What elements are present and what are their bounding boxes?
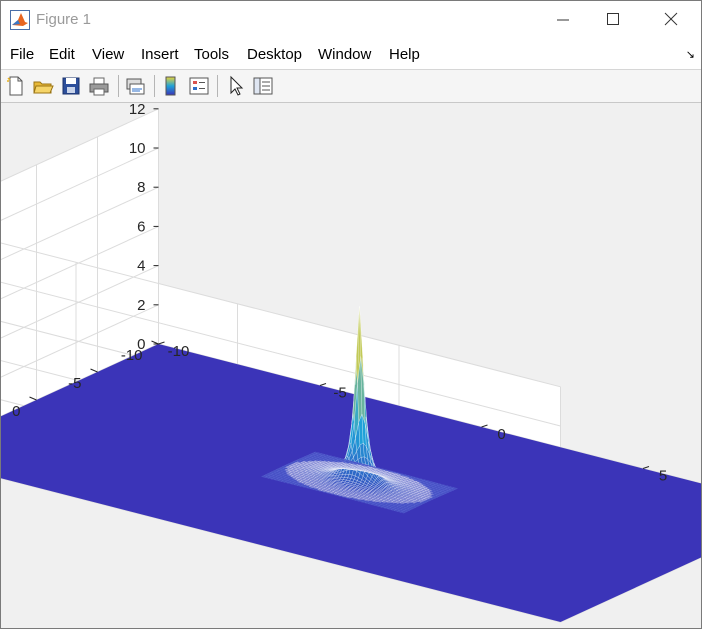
new-figure-icon[interactable] [5,75,27,97]
maximize-icon [607,13,619,25]
y-tick-label: -10 [121,347,143,364]
figure-canvas: 024681012-10-50510-10-50510 [1,103,701,628]
z-tick-label: 2 [137,297,145,314]
y-tick-label: -5 [68,375,81,392]
x-tick-label: -5 [333,385,346,402]
title-bar[interactable]: Figure 1 [1,1,701,39]
y-tick-label: 0 [12,403,20,420]
dock-arrow-icon[interactable]: ↘ [686,48,695,61]
figure-toolbar [1,70,701,103]
insert-colorbar-icon[interactable] [160,75,182,97]
minimize-button[interactable] [541,1,587,39]
z-tick-label: 4 [137,258,145,275]
z-tick-label: 8 [137,179,145,196]
minimize-icon [557,19,569,21]
menu-edit[interactable]: Edit [49,46,75,63]
z-tick-label: 6 [137,218,145,235]
menu-insert[interactable]: Insert [141,46,179,63]
property-inspector-icon[interactable] [252,75,274,97]
figure-window: Figure 1 File Edit View Insert Tools Des… [0,0,702,629]
matlab-icon [10,10,30,30]
menu-view[interactable]: View [92,46,124,63]
z-tick-label: 10 [129,140,146,157]
open-file-icon[interactable] [32,75,54,97]
x-tick-mark [642,466,650,469]
menu-window[interactable]: Window [318,46,371,63]
menu-bar: File Edit View Insert Tools Desktop Wind… [1,39,701,70]
close-button[interactable] [649,1,695,39]
menu-help[interactable]: Help [389,46,420,63]
insert-legend-icon[interactable] [188,75,210,97]
x-tick-label: 5 [659,468,667,485]
toolbar-separator [154,75,155,97]
toolbar-separator [118,75,119,97]
link-plot-icon[interactable] [124,75,146,97]
menu-file[interactable]: File [10,46,34,63]
z-tick-label: 12 [129,103,146,118]
surface-plot[interactable]: 024681012-10-50510-10-50510 [1,103,701,628]
save-icon[interactable] [60,75,82,97]
print-icon[interactable] [88,75,110,97]
x-tick-label: 0 [497,426,505,443]
maximize-button[interactable] [591,1,637,39]
edit-plot-icon[interactable] [225,75,247,97]
close-icon [664,12,678,26]
x-tick-label: -10 [168,343,190,360]
toolbar-separator [217,75,218,97]
menu-tools[interactable]: Tools [194,46,229,63]
menu-desktop[interactable]: Desktop [247,46,302,63]
window-title: Figure 1 [36,11,92,28]
